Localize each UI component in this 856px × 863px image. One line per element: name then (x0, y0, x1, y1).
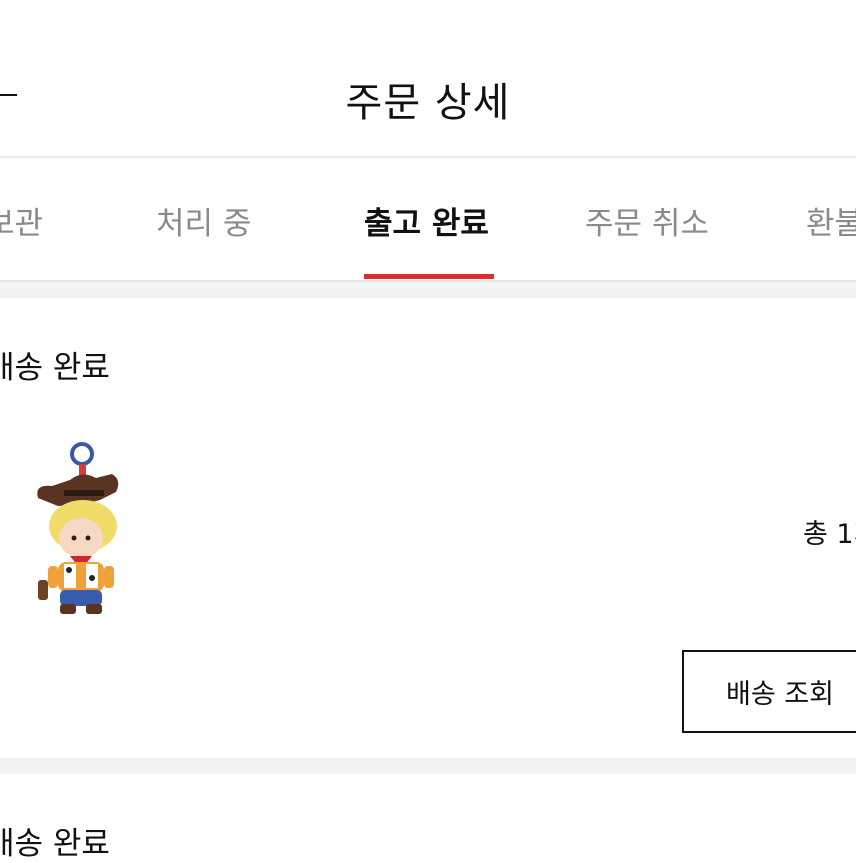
track-shipment-button[interactable]: 배송 조회 (682, 650, 856, 733)
tab-shipped[interactable]: 출고 완료 (364, 198, 489, 243)
active-tab-indicator (364, 274, 494, 279)
order-status: 배송 완료 (0, 826, 110, 862)
order-status: 배송 완료 (0, 350, 110, 386)
tab-bar: 보관 처리 중 출고 완료 주문 취소 환불 (0, 158, 856, 280)
section-gap (0, 282, 856, 298)
tab-cancelled[interactable]: 주문 취소 (585, 198, 709, 243)
header: 주문 상세 (0, 0, 856, 156)
order-total: 총 1개 (803, 519, 856, 550)
tab-refund[interactable]: 환불 (806, 198, 856, 243)
tab-storage[interactable]: 보관 (0, 198, 43, 243)
product-image (37, 442, 119, 614)
page-title: 주문 상세 (345, 80, 511, 126)
section-gap (0, 758, 856, 774)
tab-processing[interactable]: 처리 중 (156, 198, 251, 243)
